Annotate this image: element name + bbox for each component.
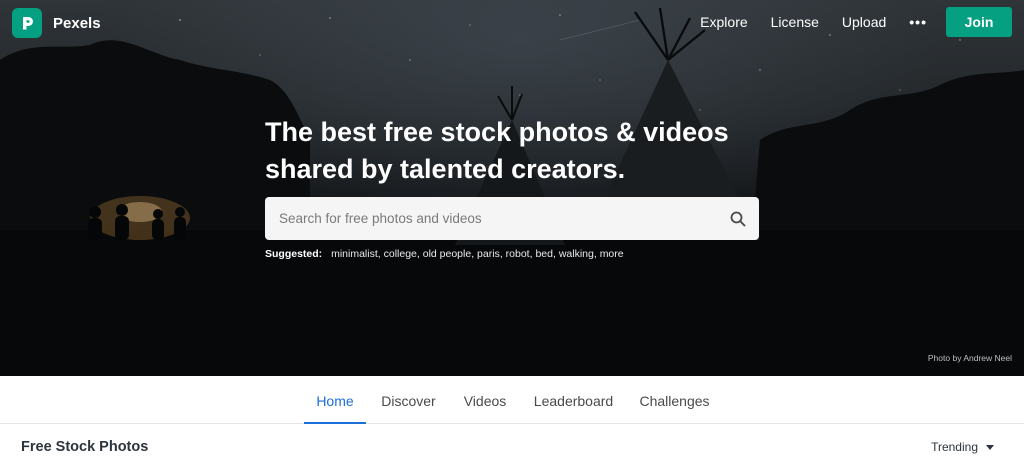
sort-dropdown[interactable]: Trending <box>931 440 994 454</box>
nav-links: Explore License Upload ••• Join <box>700 7 1012 37</box>
nav-license-link[interactable]: License <box>771 14 819 30</box>
nav-upload-link[interactable]: Upload <box>842 14 886 30</box>
suggested-label: Suggested: <box>265 248 323 260</box>
section-header: Free Stock Photos Trending <box>0 424 1024 461</box>
pexels-logo-icon <box>12 8 42 38</box>
hero-banner: Pexels Explore License Upload ••• Join T… <box>0 0 1024 376</box>
brand[interactable]: Pexels <box>12 8 101 38</box>
suggestion-bed[interactable]: bed <box>535 248 553 260</box>
chevron-down-icon <box>986 444 994 450</box>
suggestion-robot[interactable]: robot <box>506 248 530 260</box>
top-navigation: Pexels Explore License Upload ••• Join <box>0 0 1024 46</box>
suggestion-college[interactable]: college <box>384 248 417 260</box>
tab-leaderboard[interactable]: Leaderboard <box>527 376 620 423</box>
tab-discover[interactable]: Discover <box>372 376 445 423</box>
search-icon <box>730 211 746 226</box>
more-dots-icon[interactable]: ••• <box>909 14 927 30</box>
tab-home[interactable]: Home <box>304 376 366 424</box>
tab-challenges[interactable]: Challenges <box>632 376 717 423</box>
photo-credit[interactable]: Photo by Andrew Neel <box>928 353 1012 363</box>
nav-explore-link[interactable]: Explore <box>700 14 747 30</box>
search-input[interactable] <box>265 197 717 240</box>
suggestion-walking[interactable]: walking <box>559 248 594 260</box>
search-button[interactable] <box>717 197 759 240</box>
suggestion-more[interactable]: more <box>600 248 624 260</box>
tab-bar: Home Discover Videos Leaderboard Challen… <box>0 376 1024 424</box>
suggestion-minimalist[interactable]: minimalist <box>331 248 378 260</box>
suggestion-old-people[interactable]: old people <box>423 248 471 260</box>
hero-background-photo <box>0 7 1024 376</box>
search-bar <box>265 197 759 240</box>
section-title: Free Stock Photos <box>21 439 149 455</box>
sort-label: Trending <box>931 440 978 454</box>
brand-name: Pexels <box>53 14 101 32</box>
hero-headline: The best free stock photos & videos shar… <box>265 117 729 184</box>
join-button[interactable]: Join <box>946 7 1012 37</box>
suggested-searches: Suggested: minimalist, college, old peop… <box>265 248 624 260</box>
tab-videos[interactable]: Videos <box>455 376 515 423</box>
suggestion-paris[interactable]: paris <box>477 248 500 260</box>
